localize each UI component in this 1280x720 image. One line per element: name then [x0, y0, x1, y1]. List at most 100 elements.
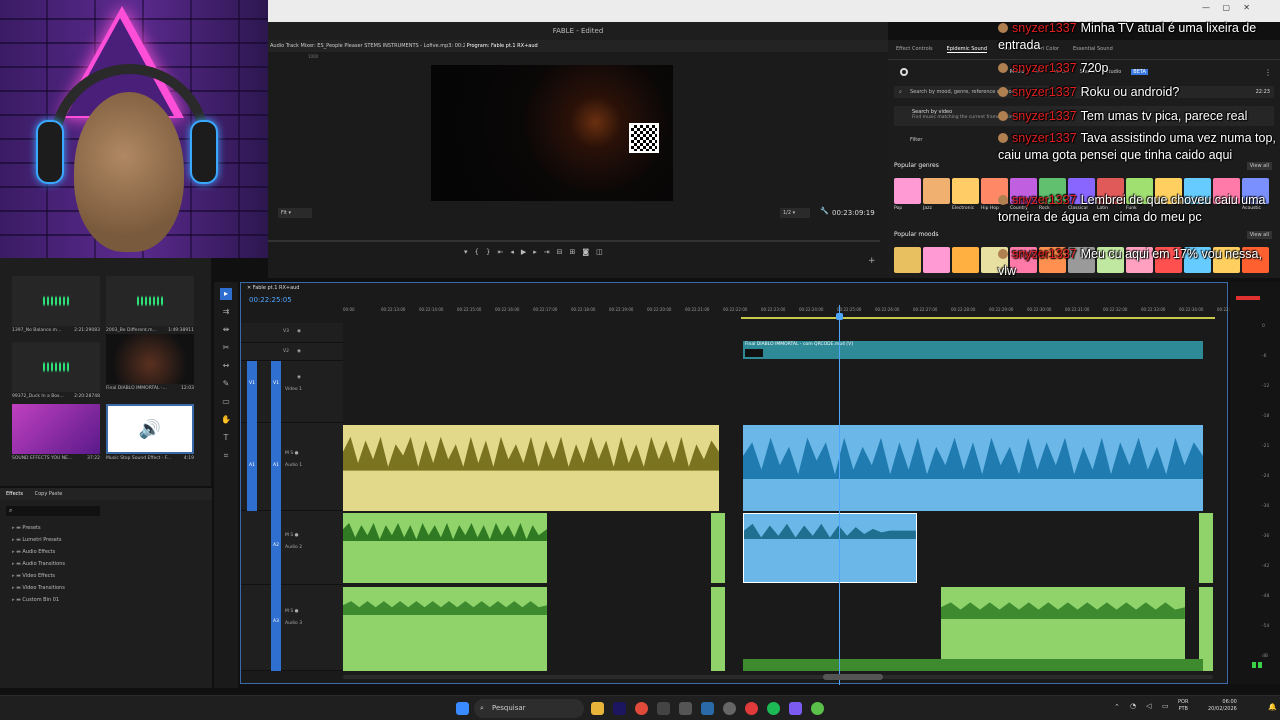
caption-tool-icon[interactable]: ⌗ — [220, 450, 232, 462]
playhead[interactable] — [839, 305, 840, 685]
notion-icon[interactable] — [657, 702, 670, 715]
tab-effect-controls[interactable]: Effect Controls — [896, 46, 933, 53]
mood-thumbnail[interactable] — [894, 247, 921, 273]
effects-folder[interactable]: ▸ ▬ Custom Bin 01 — [0, 594, 212, 606]
time-ruler[interactable]: 00:00 00:22:13:00 00:22:14:00 00:22:15:00 00… — [343, 307, 1232, 317]
selection-tool-icon[interactable]: ▸ — [220, 288, 232, 300]
language-indicator[interactable]: POR PTB — [1178, 699, 1188, 713]
go-to-out-icon[interactable]: ⇥ — [544, 248, 557, 256]
battery-icon[interactable]: ▭ — [1162, 702, 1169, 710]
genre-label[interactable]: Electronic — [952, 206, 974, 211]
compare-icon[interactable]: ◫ — [596, 248, 610, 256]
wifi-icon[interactable]: ◔ — [1130, 702, 1136, 710]
mute-button[interactable]: M S ● — [285, 609, 299, 614]
app-icon-2[interactable] — [723, 702, 736, 715]
add-button-icon[interactable]: + — [868, 256, 876, 266]
effects-folder[interactable]: ▸ ▬ Video Effects — [0, 570, 212, 582]
close-icon[interactable]: ✕ — [1243, 3, 1250, 12]
effects-folder[interactable]: ▸ ▬ Audio Effects — [0, 546, 212, 558]
tab-copy-paste[interactable]: Copy Paste — [35, 491, 63, 497]
resolution-dropdown[interactable]: 1/2 ▾ — [780, 208, 810, 218]
wrench-icon[interactable]: 🔧 — [820, 207, 829, 215]
bin-item[interactable]: 2003_Be Different.m... 1:49:38911 — [106, 276, 194, 333]
file-explorer-icon[interactable] — [591, 702, 604, 715]
mute-button[interactable]: M S ● — [285, 451, 299, 456]
audio-clip-a3-1[interactable] — [343, 587, 547, 671]
pen-tool-icon[interactable]: ✎ — [220, 378, 232, 390]
mood-thumbnail[interactable] — [952, 247, 979, 273]
genre-label[interactable]: Hip Hop — [981, 206, 999, 211]
genre-thumbnail[interactable] — [952, 178, 979, 204]
horizontal-scrollbar[interactable] — [343, 674, 1213, 680]
steam-icon[interactable] — [701, 702, 714, 715]
tab-effects[interactable]: Effects — [6, 491, 23, 497]
lift-icon[interactable]: ⊟ — [557, 248, 570, 256]
ripple-edit-icon[interactable]: ⇹ — [220, 324, 232, 336]
windows-start-icon[interactable] — [456, 702, 469, 715]
effects-folder[interactable]: ▸ ▬ Video Transitions — [0, 582, 212, 594]
genre-label[interactable]: Jazz — [923, 206, 932, 211]
bin-item[interactable]: 1397_No Balance.m... 2:21:29083 — [12, 276, 100, 333]
obs-icon[interactable] — [745, 702, 758, 715]
genre-thumbnail[interactable] — [894, 178, 921, 204]
step-forward-icon[interactable]: ▸ — [533, 248, 544, 256]
bin-item[interactable]: 99372_Duck In a Box... 2:20:28748 — [12, 342, 100, 399]
bin-item[interactable]: Final DIABLO IMMORTAL -... 12:03 — [106, 334, 194, 391]
audio-clip-a3-2[interactable] — [711, 587, 725, 671]
audio-clip-a2-3[interactable] — [1199, 513, 1213, 583]
genre-label[interactable]: Pop — [894, 206, 902, 211]
video-clip-v2[interactable]: Final DIABLO IMMORTAL - com QRCODE.mp4 [… — [743, 341, 1203, 359]
play-icon[interactable]: ▶ — [521, 248, 533, 256]
fit-dropdown[interactable]: Fit ▾ — [278, 208, 312, 218]
step-back-icon[interactable]: ◂ — [510, 248, 521, 256]
effects-folder[interactable]: ▸ ▬ Presets — [0, 522, 212, 534]
playhead-handle[interactable] — [836, 313, 843, 320]
volume-icon[interactable]: ◁ — [1146, 702, 1151, 710]
camera-icon[interactable]: ◙ — [582, 248, 596, 256]
audio-clip-a2-selected[interactable] — [743, 513, 917, 583]
effects-folder[interactable]: ▸ ▬ Lumetri Presets — [0, 534, 212, 546]
audio-clip-a1-2[interactable] — [743, 425, 1203, 511]
audio-clip-a2-1[interactable] — [343, 513, 547, 583]
work-area-bar[interactable] — [741, 317, 1215, 319]
program-tab[interactable]: Program: Fable pt.1 RX+aud — [467, 43, 538, 49]
eye-icon[interactable]: ◉ — [297, 349, 301, 354]
razor-icon[interactable]: ✂ — [220, 342, 232, 354]
type-tool-icon[interactable]: T — [220, 432, 232, 444]
audio-clip-a4[interactable] — [743, 659, 1203, 671]
minimize-icon[interactable]: — — [1202, 3, 1210, 12]
notification-icon[interactable]: 🔔 — [1268, 703, 1277, 711]
chrome-icon[interactable] — [635, 702, 648, 715]
source-tab[interactable]: Audio Track Mixer: ES_People Pleaser STE… — [270, 40, 465, 52]
bin-item[interactable]: 🔊 Music Stop Sound Effect - F... 4:19 — [106, 404, 194, 461]
effects-search-input[interactable]: ⌕ — [6, 506, 100, 516]
app-icon-3[interactable] — [811, 702, 824, 715]
tab-epidemic-sound[interactable]: Epidemic Sound — [946, 46, 987, 53]
audio-clip-a1-1[interactable] — [343, 425, 719, 511]
sequence-tab[interactable]: ✕ Fable pt.1 RX+aud — [247, 285, 299, 291]
eye-icon[interactable]: ◉ — [297, 329, 301, 334]
maximize-icon[interactable]: ▢ — [1222, 3, 1230, 12]
program-scrubber[interactable] — [268, 240, 880, 242]
marker-icon[interactable]: ▾ — [464, 248, 475, 256]
extract-icon[interactable]: ⊞ — [570, 248, 583, 256]
scrollbar-thumb[interactable] — [823, 674, 883, 680]
go-to-in-icon[interactable]: ⇤ — [497, 248, 510, 256]
mood-thumbnail[interactable] — [923, 247, 950, 273]
spotify-icon[interactable] — [767, 702, 780, 715]
clock[interactable]: 06:00 20/02/2026 — [1208, 699, 1237, 713]
effects-folder[interactable]: ▸ ▬ Audio Transitions — [0, 558, 212, 570]
out-point-icon[interactable]: } — [486, 248, 497, 256]
in-point-icon[interactable]: { — [475, 248, 486, 256]
audio-clip-a2-2[interactable] — [711, 513, 725, 583]
eye-icon[interactable]: ◉ — [297, 375, 301, 380]
track-select-icon[interactable]: ⇉ — [220, 306, 232, 318]
rectangle-tool-icon[interactable]: ▭ — [220, 396, 232, 408]
mute-button[interactable]: M S ● — [285, 533, 299, 538]
filter-button[interactable]: Filter — [894, 134, 994, 146]
discord-icon[interactable] — [789, 702, 802, 715]
taskbar-search[interactable]: ⌕ Pesquisar — [474, 699, 584, 718]
bin-item[interactable]: SOUND EFFECTS YOU NE... 37:22 — [12, 404, 100, 461]
app-icon[interactable] — [679, 702, 692, 715]
hand-tool-icon[interactable]: ✋ — [220, 414, 232, 426]
